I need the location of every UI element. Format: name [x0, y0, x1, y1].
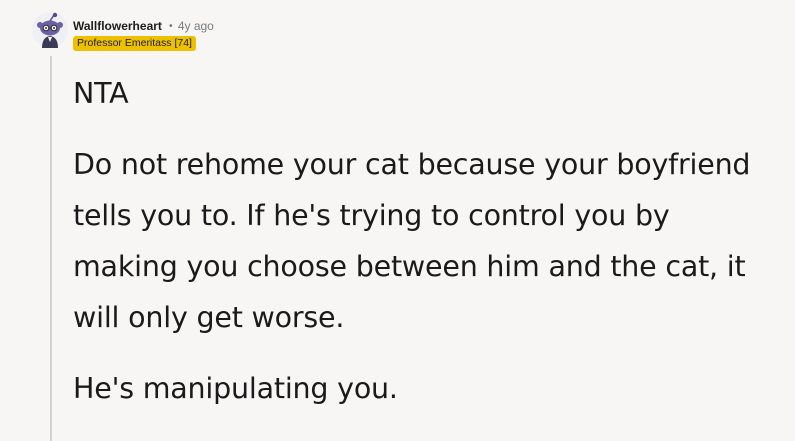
- comment-timestamp[interactable]: 4y ago: [178, 19, 214, 33]
- comment-header: Wallflowerheart • 4y ago: [73, 16, 214, 36]
- comment-paragraph: Do not rehome your cat because your boyf…: [73, 148, 751, 334]
- snoo-avatar-icon: [32, 12, 68, 48]
- author-username[interactable]: Wallflowerheart: [73, 19, 162, 33]
- meta-separator: •: [167, 20, 174, 32]
- thread-collapse-line[interactable]: [50, 56, 52, 441]
- user-flair-badge: Professor Emeritass [74]: [73, 36, 196, 51]
- comment-page: Wallflowerheart • 4y ago Professor Emeri…: [0, 0, 795, 441]
- comment-body: NTA Do not rehome your cat because your …: [73, 68, 773, 414]
- comment-paragraph: NTA: [73, 77, 129, 110]
- comment-paragraph: He's manipulating you.: [73, 372, 398, 405]
- user-avatar-icon[interactable]: [31, 11, 69, 49]
